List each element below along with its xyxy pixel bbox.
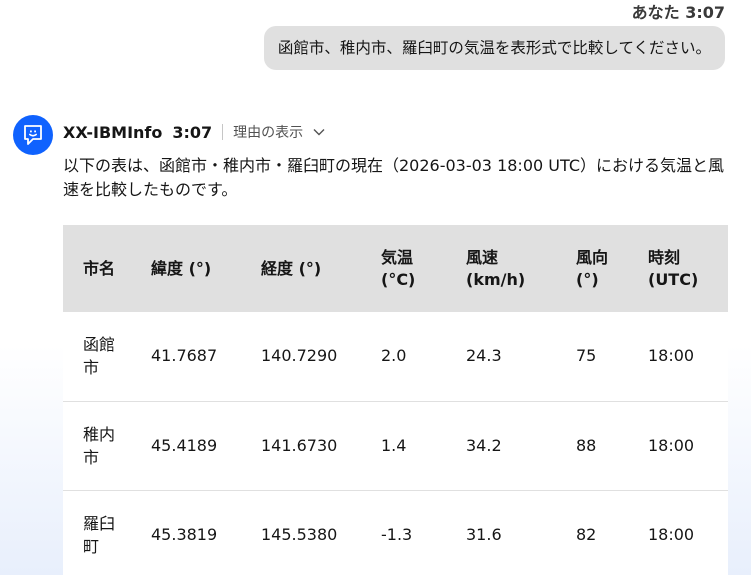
column-header-wind-direction: 風向 (°) — [576, 247, 609, 289]
column-header-longitude: 経度 (°) — [261, 258, 322, 278]
show-reason-toggle[interactable]: 理由の表示 — [233, 122, 325, 142]
bot-time: 3:07 — [172, 122, 213, 142]
cell-temperature: 2.0 — [381, 346, 407, 366]
cell-longitude: 145.5380 — [241, 489, 361, 575]
column-header-temperature: 気温 (°C) — [381, 247, 416, 289]
cell-wind-direction: 75 — [576, 346, 597, 366]
chevron-down-icon — [313, 129, 325, 136]
user-message-meta: あなた 3:07 — [165, 0, 725, 26]
table-row: 稚内市 45.4189 141.6730 1.4 34.2 88 18:00 — [63, 400, 728, 490]
table-row: 函館市 41.7687 140.7290 2.0 24.3 75 18:00 — [63, 312, 728, 401]
cell-wind-speed: 34.2 — [446, 400, 556, 490]
cell-wind-speed: 31.6 — [446, 489, 556, 575]
user-sender: あなた — [631, 3, 680, 22]
cell-longitude: 140.7290 — [261, 346, 338, 366]
cell-time: 18:00 — [648, 346, 695, 366]
show-reason-label: 理由の表示 — [233, 125, 304, 141]
user-message: あなた 3:07 函館市、稚内市、羅臼町の気温を表形式で比較してください。 — [165, 0, 725, 70]
column-header-time: 時刻 (UTC) — [648, 247, 699, 289]
column-header-city: 市名 — [83, 258, 116, 278]
cell-city: 稚内市 — [63, 400, 131, 490]
cell-temperature: -1.3 — [361, 489, 446, 575]
comparison-table: 市名 緯度 (°) 経度 (°) 気温 (°C) 風速 (km/h) 風向 (°… — [63, 225, 728, 575]
bot-name: XX-IBMInfo — [63, 122, 163, 142]
cell-temperature: 1.4 — [361, 400, 446, 490]
bot-avatar — [13, 115, 53, 155]
cell-longitude: 141.6730 — [241, 400, 361, 490]
cell-time: 18:00 — [628, 400, 728, 490]
cell-latitude: 45.3819 — [131, 489, 241, 575]
cell-wind-direction: 82 — [556, 489, 628, 575]
cell-latitude: 45.4189 — [131, 400, 241, 490]
chat-bot-icon — [24, 125, 42, 145]
cell-city: 羅臼町 — [63, 489, 131, 575]
user-time: 3:07 — [685, 3, 725, 22]
cell-time: 18:00 — [628, 489, 728, 575]
bot-message-header: XX-IBMInfo 3:07 理由の表示 — [63, 121, 325, 143]
cell-latitude: 41.7687 — [151, 346, 218, 366]
table-header-row: 市名 緯度 (°) 経度 (°) 気温 (°C) 風速 (km/h) 風向 (°… — [63, 225, 728, 312]
cell-wind-direction: 88 — [556, 400, 628, 490]
bot-intro-text: 以下の表は、函館市・稚内市・羅臼町の現在（2026-03-03 18:00 UT… — [63, 156, 724, 199]
user-message-bubble: 函館市、稚内市、羅臼町の気温を表形式で比較してください。 — [263, 26, 725, 70]
column-header-wind-speed: 風速 (km/h) — [466, 247, 526, 289]
cell-wind-speed: 24.3 — [466, 346, 502, 366]
header-divider — [222, 124, 224, 140]
cell-city: 函館市 — [83, 335, 116, 378]
table-row: 羅臼町 45.3819 145.5380 -1.3 31.6 82 18:00 — [63, 489, 728, 575]
column-header-latitude: 緯度 (°) — [151, 258, 212, 278]
